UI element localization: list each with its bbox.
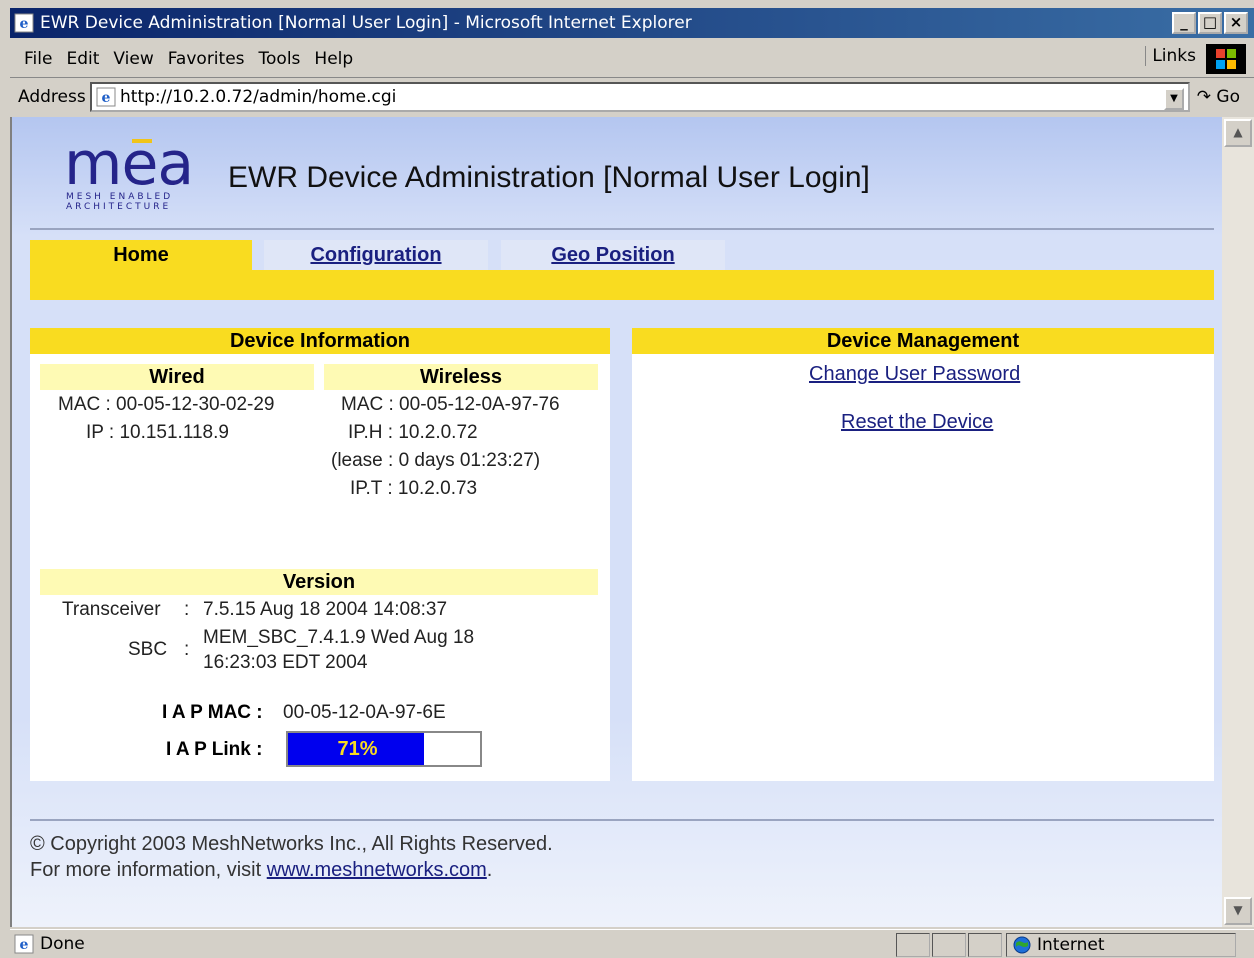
- meshnetworks-link[interactable]: www.meshnetworks.com: [267, 859, 487, 881]
- menu-help[interactable]: Help: [314, 49, 353, 69]
- transceiver-label: Transceiver: [62, 599, 161, 620]
- sbc-sep: :: [184, 639, 190, 660]
- wired-heading: Wired: [40, 364, 314, 390]
- status-text: Done: [40, 934, 85, 954]
- device-mgmt-panel: Device Management Change User Password R…: [632, 328, 1214, 781]
- security-zone: Internet: [1006, 933, 1236, 957]
- tab-configuration[interactable]: Configuration: [264, 240, 488, 270]
- menu-tools[interactable]: Tools: [259, 49, 301, 69]
- transceiver-sep: :: [184, 599, 190, 620]
- wireless-iph: IP.H : 10.2.0.72: [348, 422, 478, 443]
- iap-link-progress: 71%: [286, 731, 482, 767]
- vertical-scrollbar[interactable]: ▲ ▼: [1222, 117, 1254, 927]
- logo-tagline-2: ARCHITECTURE: [66, 202, 172, 212]
- ie-icon: e: [14, 13, 34, 33]
- transceiver-value: 7.5.15 Aug 18 2004 14:08:37: [203, 599, 448, 620]
- status-segment: [896, 933, 930, 957]
- svg-text:e: e: [20, 16, 29, 32]
- zone-label: Internet: [1037, 935, 1105, 955]
- wireless-mac: MAC : 00-05-12-0A-97-76: [341, 394, 560, 415]
- maximize-button[interactable]: □: [1198, 12, 1222, 34]
- footer-divider: [30, 819, 1214, 821]
- sbc-value-line2: 16:23:03 EDT 2004: [203, 652, 368, 673]
- iap-mac-label: I A P MAC :: [162, 702, 263, 723]
- copyright-text: © Copyright 2003 MeshNetworks Inc., All …: [30, 833, 553, 855]
- svg-text:e: e: [20, 937, 29, 953]
- address-dropdown-icon[interactable]: ▼: [1164, 88, 1184, 110]
- nav-tabs: Home Configuration Geo Position: [30, 240, 1214, 300]
- globe-icon: [1013, 936, 1031, 954]
- footer: © Copyright 2003 MeshNetworks Inc., All …: [30, 831, 553, 883]
- menu-file[interactable]: File: [24, 49, 52, 69]
- sbc-label: SBC: [128, 639, 168, 660]
- go-button[interactable]: ↷ Go: [1197, 87, 1240, 107]
- menu-bar: File Edit View Favorites Tools Help Link…: [10, 40, 1254, 78]
- window-title: EWR Device Administration [Normal User L…: [40, 13, 692, 33]
- window-titlebar: e EWR Device Administration [Normal User…: [10, 8, 1254, 38]
- links-toolbar[interactable]: Links: [1145, 46, 1196, 66]
- version-heading: Version: [40, 569, 598, 595]
- page-done-icon: e: [14, 934, 34, 954]
- tab-geo-position[interactable]: Geo Position: [501, 240, 725, 270]
- mea-logo: mea MESH ENABLED ARCHITECTURE: [64, 129, 204, 217]
- minimize-button[interactable]: _: [1172, 12, 1196, 34]
- go-arrow-icon: ↷: [1196, 87, 1212, 107]
- status-segment: [968, 933, 1002, 957]
- logo-accent: [132, 139, 152, 143]
- footer-period: .: [486, 859, 493, 881]
- svg-text:e: e: [102, 90, 111, 106]
- page-viewport: mea MESH ENABLED ARCHITECTURE EWR Device…: [10, 117, 1222, 927]
- address-bar: Address e http://10.2.0.72/admin/home.cg…: [10, 79, 1254, 115]
- iap-mac-value: 00-05-12-0A-97-6E: [283, 702, 446, 723]
- wired-mac: MAC : 00-05-12-30-02-29: [58, 394, 275, 415]
- wired-ip: IP : 10.151.118.9: [86, 422, 229, 443]
- address-input[interactable]: e http://10.2.0.72/admin/home.cgi ▼: [90, 82, 1190, 112]
- device-mgmt-heading: Device Management: [632, 328, 1214, 354]
- iap-link-label: I A P Link :: [166, 739, 263, 760]
- close-button[interactable]: ×: [1224, 12, 1248, 34]
- go-label: Go: [1216, 87, 1240, 107]
- wireless-lease: (lease : 0 days 01:23:27): [331, 450, 541, 471]
- reset-device-link[interactable]: Reset the Device: [841, 411, 993, 434]
- address-label: Address: [18, 87, 86, 107]
- more-info-line: For more information, visit www.meshnetw…: [30, 857, 553, 883]
- window-controls: _ □ ×: [1172, 12, 1248, 34]
- wireless-heading: Wireless: [324, 364, 598, 390]
- logo-text: mea: [64, 129, 194, 199]
- status-bar: e Done Internet: [10, 929, 1254, 958]
- change-password-link[interactable]: Change User Password: [809, 363, 1020, 386]
- device-info-heading: Device Information: [30, 328, 610, 354]
- menu-favorites[interactable]: Favorites: [168, 49, 245, 69]
- menu-edit[interactable]: Edit: [66, 49, 99, 69]
- device-info-panel: Device Information Wired Wireless MAC : …: [30, 328, 610, 781]
- menu-view[interactable]: View: [113, 49, 153, 69]
- scroll-up-icon[interactable]: ▲: [1224, 119, 1252, 147]
- iap-link-percent: 71%: [337, 738, 378, 760]
- page-icon: e: [96, 87, 116, 107]
- tab-strip: [30, 270, 1214, 300]
- sbc-value-line1: MEM_SBC_7.4.1.9 Wed Aug 18: [203, 627, 475, 648]
- windows-logo-icon: [1206, 44, 1246, 74]
- status-segment: [932, 933, 966, 957]
- header-divider: [30, 228, 1214, 230]
- scroll-down-icon[interactable]: ▼: [1224, 897, 1252, 925]
- page-title: EWR Device Administration [Normal User L…: [228, 161, 870, 194]
- address-url: http://10.2.0.72/admin/home.cgi: [120, 87, 397, 107]
- more-info-text: For more information, visit: [30, 859, 262, 881]
- wireless-ipt: IP.T : 10.2.0.73: [350, 478, 478, 499]
- tab-home[interactable]: Home: [30, 240, 252, 270]
